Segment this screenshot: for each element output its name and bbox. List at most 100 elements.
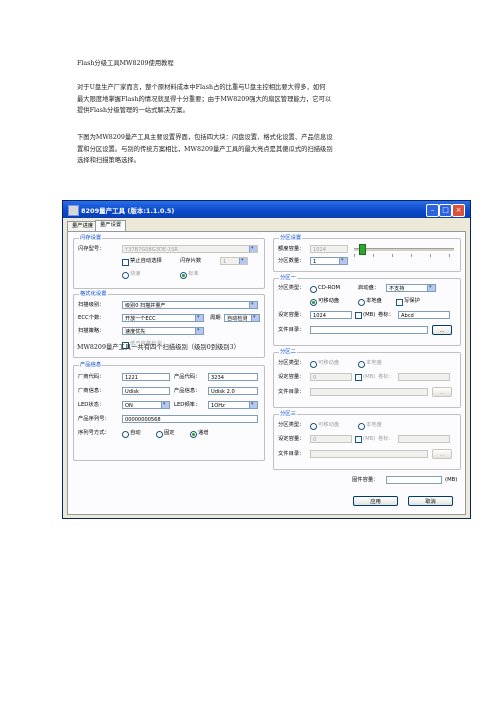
minimize-icon[interactable]: – bbox=[426, 204, 439, 217]
apply-button[interactable]: 应用 bbox=[353, 496, 398, 506]
capacity-lock-checkbox[interactable] bbox=[355, 374, 362, 381]
firmware-capacity-label: 固件容量： bbox=[352, 477, 379, 483]
pid-label: 产品代码： bbox=[174, 374, 201, 380]
removable-label: 可移动盘 bbox=[318, 360, 340, 366]
partition-type-label: 分区类型： bbox=[278, 360, 305, 366]
scan-level-select[interactable]: 级别0 扫描并量产 bbox=[122, 301, 258, 309]
removable-label: 可移动盘 bbox=[318, 422, 340, 428]
chevron-down-icon bbox=[339, 258, 347, 264]
set-capacity-label: 设定容量： bbox=[278, 374, 305, 380]
led-state-select[interactable]: ON bbox=[122, 401, 170, 409]
local-disk-label: 本地盘 bbox=[366, 298, 382, 304]
unit-label: (MB) bbox=[363, 436, 376, 442]
serial-inc-radio[interactable] bbox=[190, 431, 197, 438]
removable-radio[interactable] bbox=[310, 361, 317, 368]
ecc-select[interactable]: 开放一个ECC bbox=[122, 314, 204, 322]
slider-ticks bbox=[354, 254, 454, 257]
app-window-screenshot: 8209量产工具 (版本:1.1.0.5) – □ × 量产进度 量产设置 闪存… bbox=[62, 200, 471, 519]
volume-field[interactable] bbox=[398, 373, 450, 381]
window-title: 8209量产工具 (版本:1.1.0.5) bbox=[81, 207, 175, 215]
tab-progress[interactable]: 量产进度 bbox=[67, 221, 99, 231]
description-paragraph: 下图为MW8209量产工具主要设置界面，包括四大块：闪盘设置、格式化设置、产品信… bbox=[77, 132, 427, 167]
text-line: 提供Flash分级管理的一站式解决方案。 bbox=[77, 107, 189, 114]
vid-field[interactable]: 1221 bbox=[122, 373, 170, 381]
chevron-down-icon bbox=[251, 315, 259, 321]
led-freq-select[interactable]: 1OHz bbox=[208, 401, 258, 409]
serial-field[interactable]: 00000000568 bbox=[122, 415, 258, 423]
tab-settings[interactable]: 量产设置 bbox=[95, 220, 127, 231]
app-icon bbox=[68, 205, 79, 216]
chevron-down-icon bbox=[195, 328, 203, 334]
removable-label: 可移动盘 bbox=[318, 298, 340, 304]
partition-count-label: 分区数量： bbox=[278, 258, 305, 264]
total-capacity-field[interactable]: 1024 bbox=[310, 245, 348, 253]
document-title: Flash分级工具MW8209使用教程 bbox=[77, 60, 174, 67]
volume-field[interactable]: Abcd bbox=[398, 311, 450, 319]
serial-inc-label: 递增 bbox=[198, 430, 209, 436]
file-dir-field[interactable] bbox=[310, 326, 428, 334]
file-dir-label: 文件目录： bbox=[278, 451, 305, 457]
removable-radio[interactable] bbox=[310, 299, 317, 306]
local-disk-label: 本地盘 bbox=[366, 360, 382, 366]
close-icon[interactable]: × bbox=[452, 204, 465, 217]
product-field[interactable]: Udisk 2.0 bbox=[208, 387, 258, 395]
normal-label: 标准 bbox=[188, 271, 199, 277]
led-state-label: LED状态： bbox=[78, 402, 105, 408]
flash-type-select[interactable]: Y37B7G08G3DE-1SR bbox=[122, 245, 258, 253]
product-info-group: 产品信息 厂商代码： 1221 产品代码： 3234 厂商信息： Udisk 产… bbox=[73, 362, 265, 461]
set-capacity-field[interactable]: 1024 bbox=[310, 311, 352, 319]
cancel-button[interactable]: 取消 bbox=[408, 496, 453, 506]
firmware-capacity-field[interactable] bbox=[386, 476, 442, 484]
scan-strategy-select[interactable]: 速度优先 bbox=[122, 327, 204, 335]
partition-settings-group: 分区设置 额度容量： 1024 分区数量： 1 bbox=[273, 235, 461, 272]
removable-radio[interactable] bbox=[310, 423, 317, 430]
ecc-label: ECC个数： bbox=[78, 315, 105, 321]
browse-button[interactable]: ... bbox=[432, 325, 452, 335]
scan-strategy-label: 扫描策略： bbox=[78, 328, 105, 334]
vendor-field[interactable]: Udisk bbox=[122, 387, 170, 395]
browse-button[interactable]: ... bbox=[432, 449, 452, 459]
partition-count-select[interactable]: 1 bbox=[310, 257, 348, 265]
chevron-down-icon bbox=[249, 246, 257, 252]
capacity-lock-checkbox[interactable] bbox=[355, 436, 362, 443]
file-dir-field[interactable] bbox=[310, 388, 428, 396]
partition-1-group: 分区一 分区类型： CD-ROM 启动盘： 不支持 可移动盘 本地盘 写保护 设… bbox=[273, 275, 461, 346]
text-line: 对于U盘生产厂家而言，整个原材料成本中Flash占的比重与U盘主控相比要大得多，… bbox=[77, 84, 326, 91]
capacity-lock-checkbox[interactable] bbox=[355, 312, 362, 319]
group-title: 格式化设置 bbox=[79, 291, 108, 298]
capacity-slider[interactable] bbox=[354, 244, 454, 257]
write-protect-checkbox[interactable] bbox=[396, 299, 403, 306]
set-capacity-label: 设定容量： bbox=[278, 312, 305, 318]
chevron-down-icon bbox=[249, 402, 257, 408]
chevron-down-icon bbox=[161, 402, 169, 408]
set-capacity-field[interactable]: 0 bbox=[310, 435, 352, 443]
serial-fixed-radio[interactable] bbox=[156, 431, 163, 438]
boot-select[interactable]: 不支持 bbox=[386, 284, 436, 292]
chip-count-select[interactable]: 1 bbox=[220, 257, 248, 265]
group-title: 分区一 bbox=[279, 275, 297, 282]
local-disk-label: 本地盘 bbox=[366, 422, 382, 428]
fast-radio[interactable] bbox=[122, 272, 129, 279]
product-label: 产品信息： bbox=[174, 388, 201, 394]
chevron-down-icon bbox=[249, 302, 257, 308]
partition-type-label: 分区类型： bbox=[278, 285, 305, 291]
intro-paragraph: 对于U盘生产厂家而言，整个原材料成本中Flash占的比重与U盘主控相比要大得多，… bbox=[77, 82, 427, 117]
disable-autoselect-label: 禁止自动选择 bbox=[130, 258, 162, 264]
maximize-icon[interactable]: □ bbox=[439, 204, 452, 217]
volume-label: 卷标： bbox=[378, 436, 394, 442]
cycle-select[interactable]: 自动检测 bbox=[224, 314, 260, 322]
text-line: 最大限度地掌握Flash的情况就显得十分重要；由于MW8209强大的扇区管理能力… bbox=[77, 95, 332, 103]
serial-auto-radio[interactable] bbox=[122, 431, 129, 438]
normal-radio[interactable] bbox=[180, 272, 187, 279]
volume-field[interactable] bbox=[398, 435, 450, 443]
file-dir-field[interactable] bbox=[310, 450, 428, 458]
pid-field[interactable]: 3234 bbox=[208, 373, 258, 381]
local-disk-radio[interactable] bbox=[358, 361, 365, 368]
local-disk-radio[interactable] bbox=[358, 299, 365, 306]
total-capacity-label: 额度容量： bbox=[278, 246, 305, 252]
cdrom-radio[interactable] bbox=[310, 286, 317, 293]
set-capacity-field[interactable]: 0 bbox=[310, 373, 352, 381]
browse-button[interactable]: ... bbox=[432, 387, 452, 397]
local-disk-radio[interactable] bbox=[358, 423, 365, 430]
disable-autoselect-checkbox[interactable] bbox=[122, 259, 129, 266]
